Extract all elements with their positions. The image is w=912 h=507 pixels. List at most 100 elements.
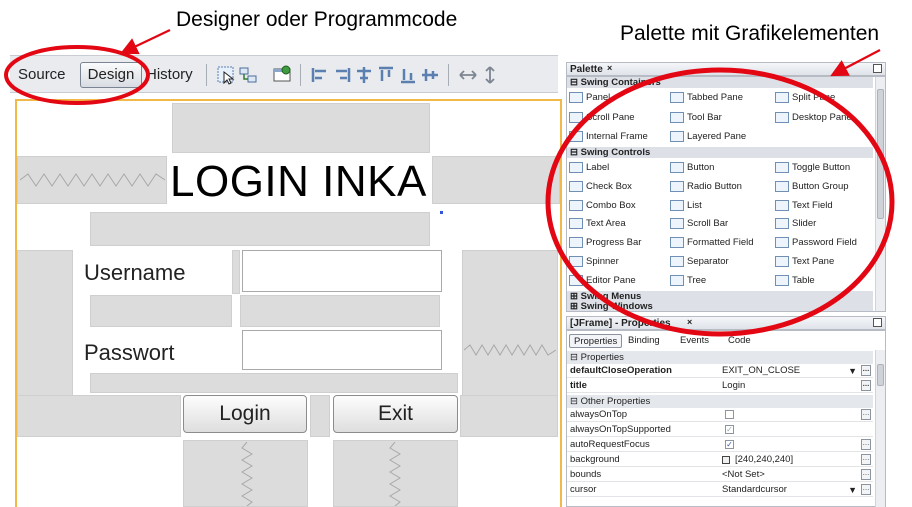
palette-item-scroll-bar[interactable]: Scroll Bar (670, 218, 728, 230)
tab-binding[interactable]: Binding (624, 334, 664, 348)
ellipsis-button[interactable]: … (861, 454, 871, 465)
palette-item-tabbed-pane[interactable]: Tabbed Pane (670, 92, 743, 104)
palette-item-list[interactable]: List (670, 200, 702, 212)
properties-scrollbar[interactable] (875, 350, 885, 507)
ellipsis-button[interactable]: … (861, 484, 871, 495)
layout-cell[interactable] (17, 395, 181, 437)
horizontal-resize-icon[interactable] (458, 65, 478, 85)
annotation-palette: Palette mit Grafikelementen (620, 22, 880, 45)
category-swing-windows[interactable]: ⊞ Swing Windows (567, 302, 873, 311)
properties-close-icon[interactable]: × (687, 317, 692, 327)
layout-cell[interactable] (172, 103, 430, 153)
password-field[interactable] (242, 330, 442, 370)
vertical-resize-icon[interactable] (480, 65, 500, 85)
ellipsis-button[interactable]: … (861, 469, 871, 480)
properties-title: [JFrame] - Properties (570, 318, 671, 329)
ellipsis-button[interactable]: … (861, 380, 871, 391)
source-tab[interactable]: Source (18, 66, 66, 83)
palette-item-tree[interactable]: Tree (670, 275, 706, 287)
design-tab[interactable]: Design (80, 62, 142, 88)
palette-item-label[interactable]: Label (569, 162, 609, 174)
annotation-designer: Designer oder Programmcode (176, 8, 458, 31)
palette-item-scroll-pane[interactable]: Scroll Pane (569, 112, 635, 124)
palette-item-layered-pane[interactable]: Layered Pane (670, 131, 746, 143)
layout-cell[interactable] (90, 373, 458, 393)
ellipsis-button[interactable]: … (861, 365, 871, 376)
palette-scrollbar[interactable] (875, 77, 885, 311)
layout-cell[interactable] (310, 395, 330, 437)
center-horizontally-icon[interactable] (354, 65, 374, 85)
row-cursor[interactable]: cursor Standardcursor ▼ … (567, 483, 873, 497)
tab-code[interactable]: Code (724, 334, 755, 348)
palette-item-panel[interactable]: Panel (569, 92, 610, 104)
palette-item-slider[interactable]: Slider (775, 218, 816, 230)
palette-item-button[interactable]: Button (670, 162, 714, 174)
align-bottom-icon[interactable] (398, 65, 418, 85)
vertical-spring-icon (241, 442, 253, 506)
palette-item-formatted-field[interactable]: Formatted Field (670, 237, 754, 249)
palette-item-table[interactable]: Table (775, 275, 815, 287)
palette-item-check-box[interactable]: Check Box (569, 181, 632, 193)
minimize-icon[interactable] (873, 318, 882, 327)
preview-design-icon[interactable] (272, 65, 292, 85)
category-swing-controls[interactable]: ⊟ Swing Controls (567, 147, 873, 158)
palette-scroll-thumb[interactable] (877, 89, 884, 219)
align-top-icon[interactable] (376, 65, 396, 85)
layout-cell[interactable] (17, 250, 73, 396)
category-swing-containers[interactable]: ⊟ Swing Containers (567, 77, 873, 88)
palette-item-combo-box[interactable]: Combo Box (569, 200, 636, 212)
palette-close-icon[interactable]: × (607, 63, 612, 73)
row-always-on-top-supported[interactable]: alwaysOnTopSupported ✓ (567, 423, 873, 437)
palette-item-password-field[interactable]: Password Field (775, 237, 857, 249)
exit-button[interactable]: Exit (333, 395, 458, 433)
tab-events[interactable]: Events (676, 334, 713, 348)
palette-item-text-pane[interactable]: Text Pane (775, 256, 834, 268)
palette-item-editor-pane[interactable]: Editor Pane (569, 275, 636, 287)
palette-item-toggle-button[interactable]: Toggle Button (775, 162, 850, 174)
layout-cell[interactable] (432, 156, 560, 204)
layout-cell[interactable] (90, 295, 232, 327)
history-tab[interactable]: History (146, 66, 193, 83)
layout-cell[interactable] (460, 395, 558, 437)
connection-mode-icon[interactable] (238, 65, 258, 85)
center-vertically-icon[interactable] (420, 65, 440, 85)
palette-item-desktop-pane[interactable]: Desktop Pane (775, 112, 852, 124)
ellipsis-button[interactable]: … (861, 439, 871, 450)
dropdown-arrow-icon[interactable]: ▼ (848, 364, 857, 378)
section-other-properties[interactable]: ⊟ Other Properties (567, 395, 873, 408)
always-on-top-checkbox[interactable] (725, 410, 734, 419)
ellipsis-button[interactable]: … (861, 409, 871, 420)
palette-item-button-group[interactable]: Button Group (775, 181, 849, 193)
username-field[interactable] (242, 250, 442, 292)
palette-item-text-field[interactable]: Text Field (775, 200, 833, 212)
layout-cell[interactable] (232, 250, 240, 294)
row-default-close-operation[interactable]: defaultCloseOperation EXIT_ON_CLOSE ▼ … (567, 364, 873, 378)
login-button[interactable]: Login (183, 395, 307, 433)
palette-item-separator[interactable]: Separator (670, 256, 729, 268)
row-background[interactable]: background [240,240,240] … (567, 453, 873, 467)
palette-item-text-area[interactable]: Text Area (569, 218, 626, 230)
row-title[interactable]: title Login … (567, 379, 873, 393)
layout-cell[interactable] (240, 295, 440, 327)
tab-properties[interactable]: Properties (569, 334, 623, 348)
row-auto-request-focus[interactable]: autoRequestFocus ✓ … (567, 438, 873, 452)
align-right-icon[interactable] (332, 65, 352, 85)
row-bounds[interactable]: bounds <Not Set> … (567, 468, 873, 482)
palette-item-spinner[interactable]: Spinner (569, 256, 619, 268)
minimize-icon[interactable] (873, 64, 882, 73)
properties-scroll-thumb[interactable] (877, 364, 884, 386)
align-left-icon[interactable] (310, 65, 330, 85)
layout-cell[interactable] (90, 212, 430, 246)
selection-mode-icon[interactable] (216, 65, 236, 85)
section-properties[interactable]: ⊟ Properties (567, 351, 873, 364)
palette-item-radio-button[interactable]: Radio Button (670, 181, 742, 193)
auto-request-focus-checkbox[interactable]: ✓ (725, 440, 734, 449)
palette-item-tool-bar[interactable]: Tool Bar (670, 112, 722, 124)
row-always-on-top[interactable]: alwaysOnTop … (567, 408, 873, 422)
palette-item-progress-bar[interactable]: Progress Bar (569, 237, 641, 249)
dropdown-arrow-icon[interactable]: ▼ (848, 483, 857, 497)
palette-item-internal-frame[interactable]: Internal Frame (569, 131, 648, 143)
category-swing-menus[interactable]: ⊞ Swing Menus (567, 291, 873, 302)
palette-item-split-pane[interactable]: Split Pane (775, 92, 835, 104)
layout-cell[interactable] (462, 250, 558, 396)
